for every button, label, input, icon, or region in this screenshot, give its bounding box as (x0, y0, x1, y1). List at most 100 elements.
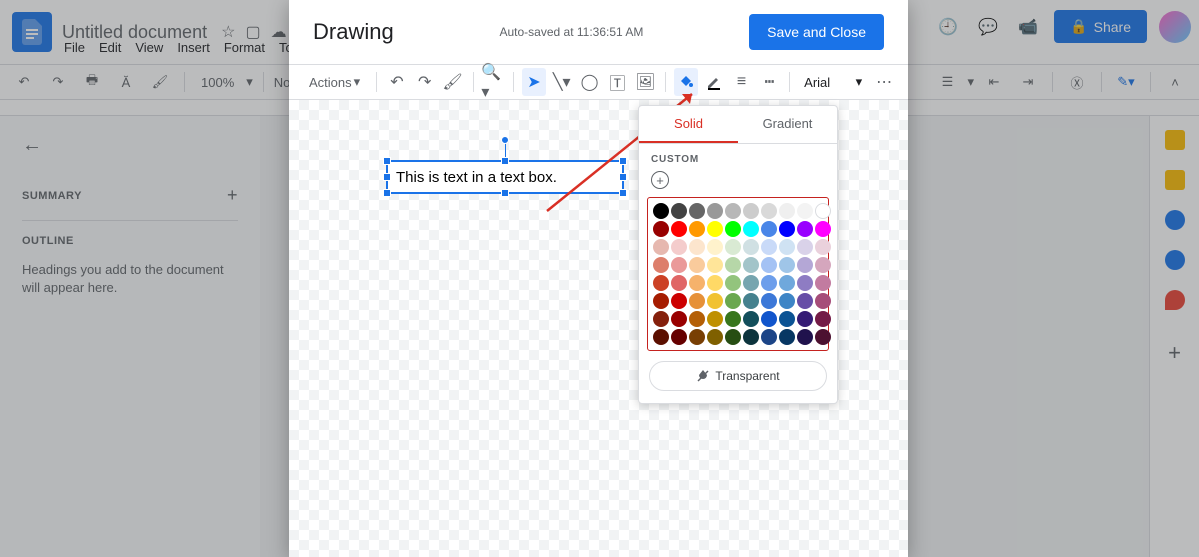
color-swatch[interactable] (797, 257, 813, 273)
color-swatch[interactable] (797, 221, 813, 237)
zoom-icon[interactable]: 🔍▾ (481, 68, 505, 96)
color-swatch[interactable] (743, 311, 759, 327)
fill-color-icon[interactable] (674, 68, 698, 96)
color-swatch[interactable] (797, 293, 813, 309)
resize-handle[interactable] (383, 157, 391, 165)
color-swatch[interactable] (797, 329, 813, 345)
color-swatch[interactable] (725, 239, 741, 255)
tab-gradient[interactable]: Gradient (738, 106, 837, 143)
color-swatch[interactable] (689, 275, 705, 291)
color-swatch[interactable] (761, 203, 777, 219)
color-swatch[interactable] (815, 293, 831, 309)
resize-handle[interactable] (383, 189, 391, 197)
resize-handle[interactable] (501, 189, 509, 197)
select-tool-icon[interactable]: ➤ (522, 68, 546, 96)
color-swatch[interactable] (653, 311, 669, 327)
color-swatch[interactable] (779, 239, 795, 255)
color-swatch[interactable] (653, 239, 669, 255)
redo-icon[interactable]: ↷ (413, 68, 437, 96)
color-swatch[interactable] (653, 275, 669, 291)
color-swatch[interactable] (689, 239, 705, 255)
color-swatch[interactable] (689, 329, 705, 345)
color-swatch[interactable] (815, 203, 831, 219)
color-swatch[interactable] (707, 275, 723, 291)
color-swatch[interactable] (761, 329, 777, 345)
color-swatch[interactable] (761, 275, 777, 291)
border-color-icon[interactable] (702, 68, 726, 96)
line-tool-icon[interactable]: ╲▾ (550, 68, 574, 96)
color-swatch[interactable] (815, 221, 831, 237)
add-custom-color-icon[interactable]: + (651, 171, 669, 189)
color-swatch[interactable] (689, 203, 705, 219)
color-swatch[interactable] (761, 257, 777, 273)
color-swatch[interactable] (653, 329, 669, 345)
color-swatch[interactable] (707, 293, 723, 309)
color-swatch[interactable] (689, 311, 705, 327)
color-swatch[interactable] (815, 329, 831, 345)
transparent-button[interactable]: Transparent (649, 361, 827, 391)
border-weight-icon[interactable]: ≡ (730, 68, 754, 96)
color-swatch[interactable] (797, 275, 813, 291)
color-swatch[interactable] (761, 239, 777, 255)
color-swatch[interactable] (707, 221, 723, 237)
color-swatch[interactable] (671, 329, 687, 345)
color-swatch[interactable] (779, 257, 795, 273)
resize-handle[interactable] (619, 173, 627, 181)
color-swatch[interactable] (779, 311, 795, 327)
color-swatch[interactable] (725, 293, 741, 309)
color-swatch[interactable] (707, 311, 723, 327)
color-swatch[interactable] (779, 329, 795, 345)
color-swatch[interactable] (653, 203, 669, 219)
color-swatch[interactable] (797, 203, 813, 219)
shape-tool-icon[interactable]: ◯ (578, 68, 602, 96)
resize-handle[interactable] (619, 189, 627, 197)
color-swatch[interactable] (779, 275, 795, 291)
color-swatch[interactable] (689, 293, 705, 309)
color-swatch[interactable] (815, 275, 831, 291)
color-swatch[interactable] (743, 239, 759, 255)
color-swatch[interactable] (689, 221, 705, 237)
actions-menu[interactable]: Actions▾ (301, 70, 368, 94)
selected-textbox[interactable]: This is text in a text box. (386, 160, 624, 194)
color-swatch[interactable] (743, 293, 759, 309)
more-icon[interactable]: ⋯ (872, 68, 896, 96)
color-swatch[interactable] (743, 221, 759, 237)
color-swatch[interactable] (797, 239, 813, 255)
color-swatch[interactable] (743, 257, 759, 273)
color-swatch[interactable] (725, 221, 741, 237)
tab-solid[interactable]: Solid (639, 106, 738, 143)
color-swatch[interactable] (761, 311, 777, 327)
color-swatch[interactable] (761, 293, 777, 309)
color-swatch[interactable] (779, 221, 795, 237)
resize-handle[interactable] (619, 157, 627, 165)
color-swatch[interactable] (779, 293, 795, 309)
color-swatch[interactable] (707, 329, 723, 345)
color-swatch[interactable] (653, 293, 669, 309)
color-swatch[interactable] (743, 275, 759, 291)
resize-handle[interactable] (501, 157, 509, 165)
color-swatch[interactable] (671, 257, 687, 273)
color-swatch[interactable] (797, 311, 813, 327)
color-swatch[interactable] (725, 311, 741, 327)
color-swatch[interactable] (779, 203, 795, 219)
color-swatch[interactable] (707, 239, 723, 255)
color-swatch[interactable] (743, 203, 759, 219)
color-swatch[interactable] (761, 221, 777, 237)
image-tool-icon[interactable]: 🖼 (633, 68, 657, 96)
color-swatch[interactable] (725, 275, 741, 291)
color-swatch[interactable] (815, 311, 831, 327)
color-swatch[interactable] (725, 329, 741, 345)
color-swatch[interactable] (743, 329, 759, 345)
paint-format-icon[interactable]: 🖌 (441, 68, 465, 96)
color-swatch[interactable] (671, 203, 687, 219)
color-swatch[interactable] (671, 221, 687, 237)
color-swatch[interactable] (671, 239, 687, 255)
color-swatch[interactable] (707, 203, 723, 219)
rotate-handle[interactable] (501, 136, 509, 144)
color-swatch[interactable] (815, 239, 831, 255)
border-dash-icon[interactable]: ┅ (757, 68, 781, 96)
textbox-tool-icon[interactable]: 🅃 (606, 68, 630, 96)
color-swatch[interactable] (707, 257, 723, 273)
color-swatch[interactable] (725, 257, 741, 273)
drawing-canvas[interactable]: This is text in a text box. Solid Gradie… (289, 100, 908, 557)
